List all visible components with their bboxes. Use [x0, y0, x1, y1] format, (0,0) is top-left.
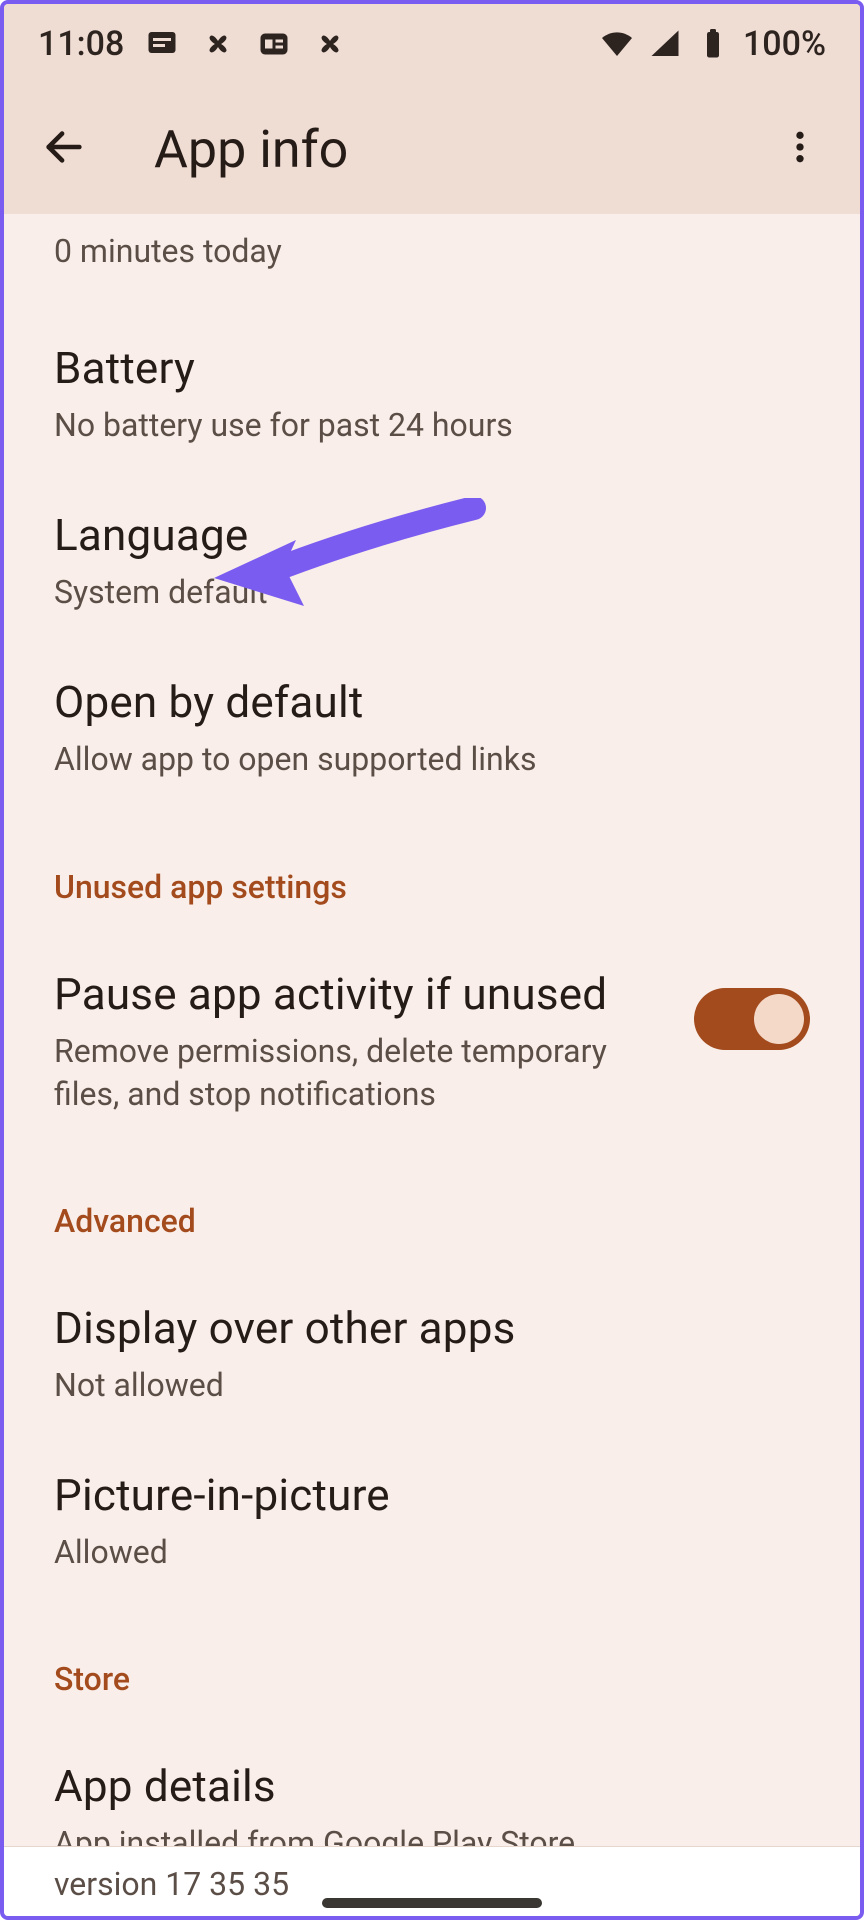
status-bar-right: 100%	[599, 24, 826, 64]
section-unused-apps: Unused app settings	[54, 782, 810, 906]
section-advanced: Advanced	[54, 1116, 810, 1240]
app-bar: App info	[4, 84, 860, 214]
status-battery-pct: 100%	[743, 24, 826, 64]
display-over-title: Display over other apps	[54, 1302, 810, 1354]
phone-frame: 11:08 100%	[0, 0, 864, 1920]
language-item[interactable]: Language System default	[54, 447, 810, 614]
app-details-title: App details	[54, 1760, 810, 1812]
pinwheel-icon	[312, 26, 348, 62]
page-title: App info	[154, 119, 770, 180]
scroll-region[interactable]: 0 minutes today Battery No battery use f…	[4, 214, 860, 1846]
news-icon	[256, 26, 292, 62]
battery-item[interactable]: Battery No battery use for past 24 hours	[54, 280, 810, 447]
wifi-icon	[599, 26, 635, 62]
pause-app-title: Pause app activity if unused	[54, 968, 694, 1020]
more-options-button[interactable]	[770, 119, 830, 179]
version-strip: version 17 35 35	[4, 1846, 860, 1916]
picture-in-picture-item[interactable]: Picture-in-picture Allowed	[54, 1407, 810, 1574]
open-by-default-title: Open by default	[54, 676, 810, 728]
toggle-knob	[754, 994, 804, 1044]
more-vert-icon	[780, 127, 820, 171]
app-details-subtext: App installed from Google Play Store	[54, 1822, 674, 1846]
language-title: Language	[54, 509, 810, 561]
display-over-subtext: Not allowed	[54, 1364, 674, 1407]
battery-subtext: No battery use for past 24 hours	[54, 404, 674, 447]
pause-app-activity-item[interactable]: Pause app activity if unused Remove perm…	[54, 906, 810, 1116]
screen-time-subtext: 0 minutes today	[54, 214, 810, 280]
version-text: version 17 35 35	[54, 1865, 289, 1903]
content-area: 0 minutes today Battery No battery use f…	[4, 214, 860, 1846]
back-button[interactable]	[34, 119, 94, 179]
navigation-pill[interactable]	[322, 1898, 542, 1908]
language-subtext: System default	[54, 571, 674, 614]
pip-title: Picture-in-picture	[54, 1469, 810, 1521]
app-details-item[interactable]: App details App installed from Google Pl…	[54, 1698, 810, 1846]
status-bar-left: 11:08	[38, 24, 348, 64]
pinwheel-icon	[200, 26, 236, 62]
status-bar: 11:08 100%	[4, 4, 860, 84]
section-store: Store	[54, 1574, 810, 1698]
pause-app-subtext: Remove permissions, delete temporary fil…	[54, 1030, 674, 1116]
status-time: 11:08	[38, 24, 124, 64]
open-by-default-item[interactable]: Open by default Allow app to open suppor…	[54, 614, 810, 781]
arrow-back-icon	[41, 124, 87, 174]
battery-icon	[695, 26, 731, 62]
cellular-icon	[647, 26, 683, 62]
message-icon	[144, 26, 180, 62]
open-by-default-subtext: Allow app to open supported links	[54, 738, 674, 781]
display-over-apps-item[interactable]: Display over other apps Not allowed	[54, 1240, 810, 1407]
pause-app-toggle[interactable]	[694, 988, 810, 1050]
battery-title: Battery	[54, 342, 810, 394]
pip-subtext: Allowed	[54, 1531, 674, 1574]
